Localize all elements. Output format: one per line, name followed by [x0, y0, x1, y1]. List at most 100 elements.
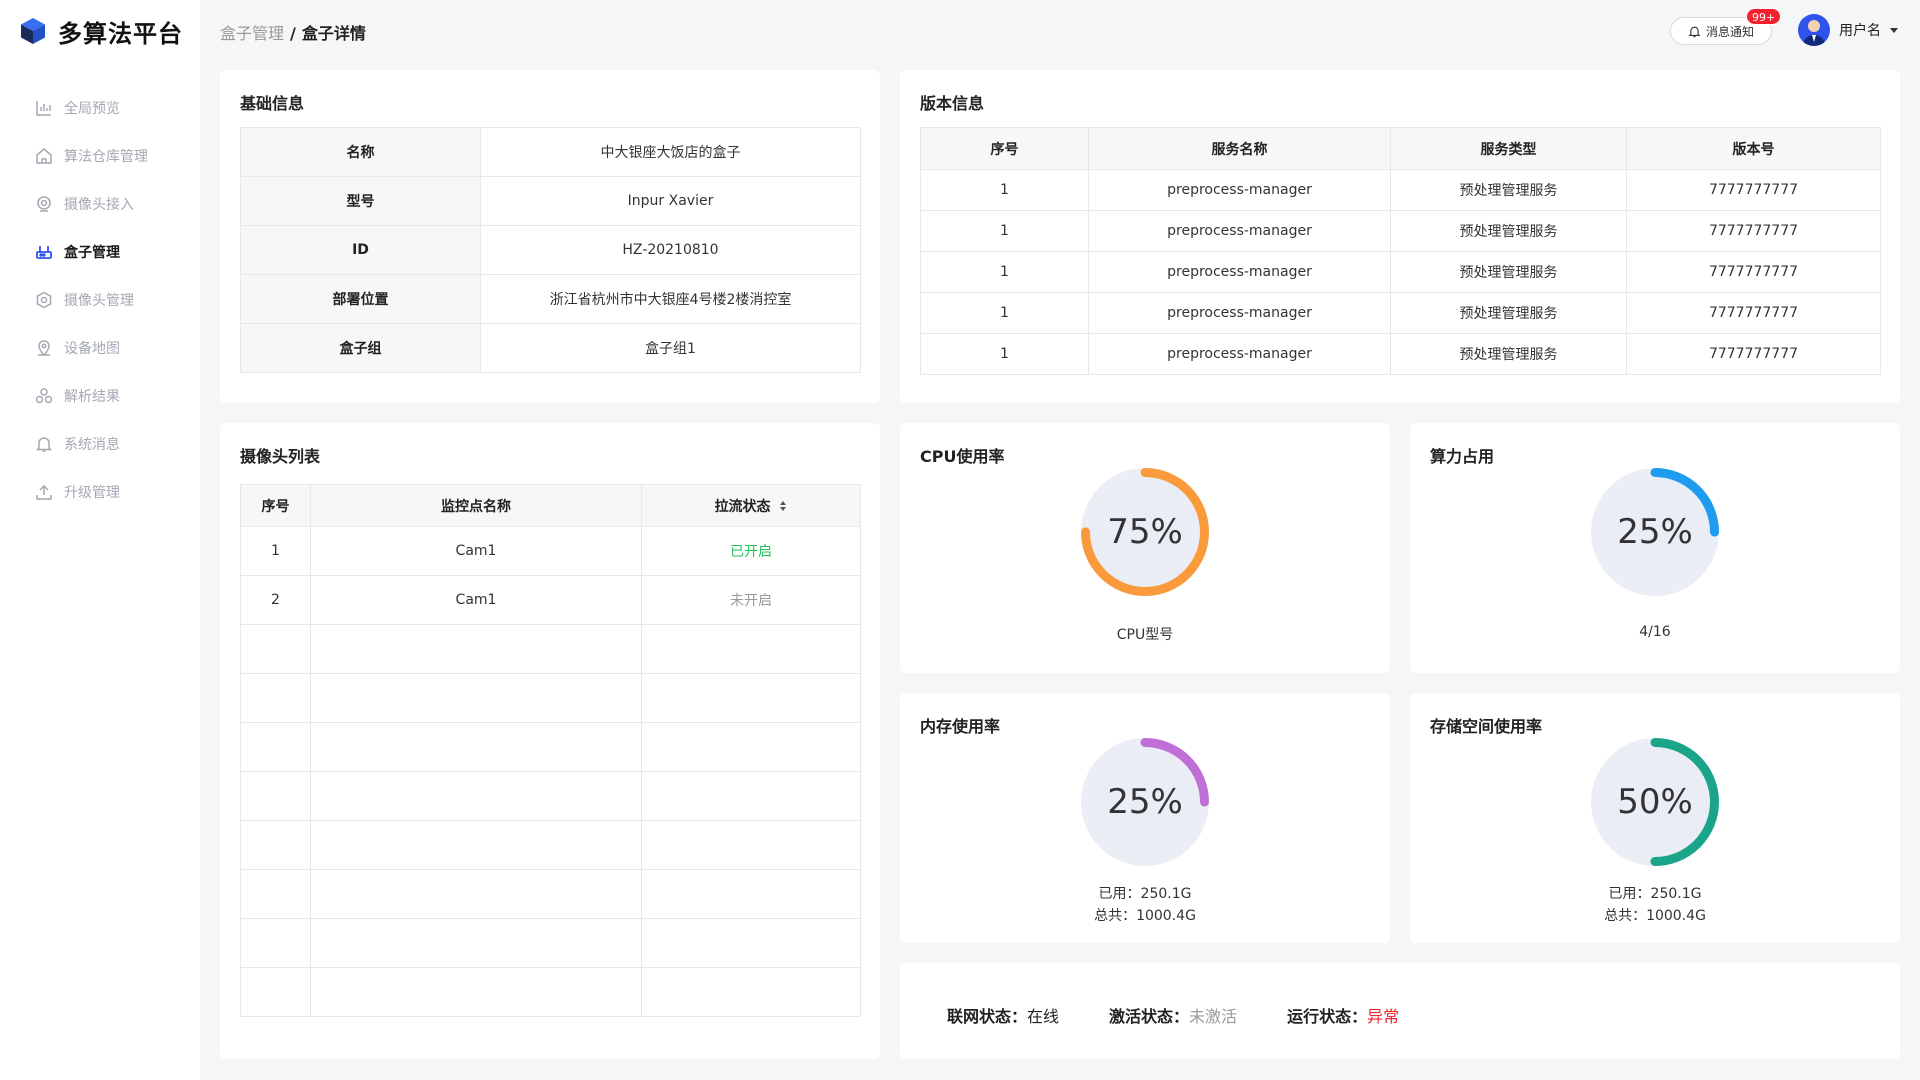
version-info-card: 版本信息 序号 服务名称 服务类型 版本号 1 preprocess-manager 预处… [900, 70, 1900, 403]
sidebar-item-algorithm-repo[interactable]: 算法仓库管理 [0, 132, 200, 180]
sidebar-item-label: 摄像头接入 [64, 197, 134, 213]
table-cell [641, 722, 861, 772]
user-menu[interactable]: 用户名 [1798, 13, 1899, 47]
table-cell [240, 624, 311, 674]
table-row: 1 Cam1 已开启 [240, 526, 861, 576]
gauge-percent: 50% [1617, 782, 1693, 822]
sidebar-item-analysis-results[interactable]: 解析结果 [0, 372, 200, 420]
home-icon [36, 148, 52, 164]
table-row: 1 preprocess-manager 预处理管理服务 7777777777 [920, 333, 1881, 375]
memory-gauge: 25% [1075, 732, 1215, 872]
sidebar-item-label: 盒子管理 [64, 245, 120, 261]
empty-table-row [240, 771, 861, 821]
activation-status-label: 激活状态： [1109, 1007, 1190, 1026]
table-row: 1 preprocess-manager 预处理管理服务 7777777777 [920, 251, 1881, 293]
network-status-value: 在线 [1027, 1007, 1060, 1026]
table-cell: 2 [240, 575, 311, 625]
camera-pin-icon [37, 196, 51, 212]
column-header: 序号 [920, 127, 1089, 170]
memory-total-label: 总共：1000.4G [1094, 908, 1196, 924]
field-label: 部署位置 [240, 274, 481, 324]
table-cell: 7777777777 [1626, 333, 1881, 375]
table-cell: 7777777777 [1626, 169, 1881, 211]
breadcrumb: 盒子管理 / 盒子详情 [220, 20, 366, 44]
sidebar-item-box-management[interactable]: 盒子管理 [0, 228, 200, 276]
top-header: 盒子管理 / 盒子详情 消息通知 99+ 用户名 [200, 0, 1920, 62]
table-cell [310, 722, 642, 772]
table-cell: 预处理管理服务 [1390, 333, 1627, 375]
upload-icon [36, 484, 52, 500]
compute-usage-card: 算力占用 25% 4/16 [1410, 423, 1900, 673]
notification-button[interactable]: 消息通知 99+ [1670, 8, 1782, 45]
table-cell [641, 967, 861, 1017]
device-status-card: 联网状态： 在线 激活状态： 未激活 运行状态： 异常 [900, 963, 1900, 1059]
sidebar-item-camera-access[interactable]: 摄像头接入 [0, 180, 200, 228]
card-title: 版本信息 [920, 94, 985, 113]
memory-used-label: 已用：250.1G [1098, 886, 1192, 902]
table-cell: Cam1 [310, 526, 642, 576]
table-row: 1 preprocess-manager 预处理管理服务 7777777777 [920, 292, 1881, 334]
table-cell: 已开启 [641, 526, 861, 576]
column-header: 服务类型 [1390, 127, 1627, 170]
column-header-stream-status[interactable]: 拉流状态 [641, 484, 861, 527]
card-title: 摄像头列表 [240, 447, 321, 466]
sort-icon[interactable] [779, 500, 787, 512]
sidebar-item-label: 算法仓库管理 [64, 149, 148, 165]
memory-usage-card: 内存使用率 25% 已用：250.1G 总共：1000.4G [900, 693, 1390, 943]
column-header: 服务名称 [1088, 127, 1391, 170]
field-value: Inpur Xavier [480, 176, 861, 226]
table-cell [240, 722, 311, 772]
field-label: 盒子组 [240, 323, 481, 373]
breadcrumb-separator: / [290, 24, 296, 43]
bar-chart-icon [36, 101, 51, 116]
storage-gauge: 50% [1585, 732, 1725, 872]
table-cell [641, 771, 861, 821]
field-label: 型号 [240, 176, 481, 226]
card-title: 内存使用率 [920, 717, 1001, 736]
sidebar-item-upgrade-management[interactable]: 升级管理 [0, 468, 200, 516]
table-cell [310, 918, 642, 968]
storage-usage-card: 存储空间使用率 50% 已用：250.1G 总共：1000.4G [1410, 693, 1900, 943]
table-cell [310, 820, 642, 870]
table-cell: 7777777777 [1626, 292, 1881, 334]
sidebar-item-device-map[interactable]: 设备地图 [0, 324, 200, 372]
notification-label: 消息通知 [1705, 24, 1754, 39]
table-cell [641, 673, 861, 723]
sidebar-item-label: 全局预览 [64, 101, 120, 117]
sidebar-nav: 全局预览 算法仓库管理 摄像头接入 盒子管理 摄像头管理 设备地图 解析结果 系… [0, 84, 200, 516]
camera-table: 序号 监控点名称 拉流状态 1 Cam1 已开启 2 Cam1 未开启 [240, 484, 861, 1017]
card-title: CPU使用率 [920, 447, 1005, 466]
field-label: 名称 [240, 127, 481, 177]
storage-total-label: 总共：1000.4G [1604, 908, 1706, 924]
sidebar-item-system-messages[interactable]: 系统消息 [0, 420, 200, 468]
breadcrumb-parent-link[interactable]: 盒子管理 [220, 24, 284, 43]
sidebar: 多算法平台 全局预览 算法仓库管理 摄像头接入 盒子管理 摄像头管理 设备地图 [0, 0, 200, 1080]
table-cell: 1 [920, 251, 1089, 293]
table-row: 1 preprocess-manager 预处理管理服务 7777777777 [920, 169, 1881, 211]
running-status-label: 运行状态： [1287, 1007, 1368, 1026]
cube-logo-icon [21, 18, 45, 44]
sidebar-item-camera-management[interactable]: 摄像头管理 [0, 276, 200, 324]
status-row: 联网状态： 在线 激活状态： 未激活 运行状态： 异常 [947, 1003, 1399, 1027]
table-cell: 预处理管理服务 [1390, 251, 1627, 293]
table-cell: 1 [240, 526, 311, 576]
table-cell: 7777777777 [1626, 210, 1881, 252]
table-cell: 预处理管理服务 [1390, 210, 1627, 252]
bell-icon [35, 437, 53, 452]
table-row: 2 Cam1 未开启 [240, 575, 861, 625]
table-cell: preprocess-manager [1088, 292, 1391, 334]
sidebar-item-global-preview[interactable]: 全局预览 [0, 84, 200, 132]
table-row: 型号 Inpur Xavier [240, 176, 861, 226]
table-cell: Cam1 [310, 575, 642, 625]
gauge-percent: 25% [1107, 782, 1183, 822]
table-cell: 1 [920, 210, 1089, 252]
field-value: 中大银座大饭店的盒子 [480, 127, 861, 177]
column-header-label: 拉流状态 [714, 498, 771, 515]
empty-table-row [240, 820, 861, 870]
table-cell [310, 869, 642, 919]
field-value: 浙江省杭州市中大银座4号楼2楼消控室 [480, 274, 861, 324]
table-row: 部署位置 浙江省杭州市中大银座4号楼2楼消控室 [240, 274, 861, 324]
compute-ratio-label: 4/16 [1639, 624, 1671, 640]
app-logo[interactable]: 多算法平台 [20, 14, 183, 48]
table-cell: preprocess-manager [1088, 251, 1391, 293]
